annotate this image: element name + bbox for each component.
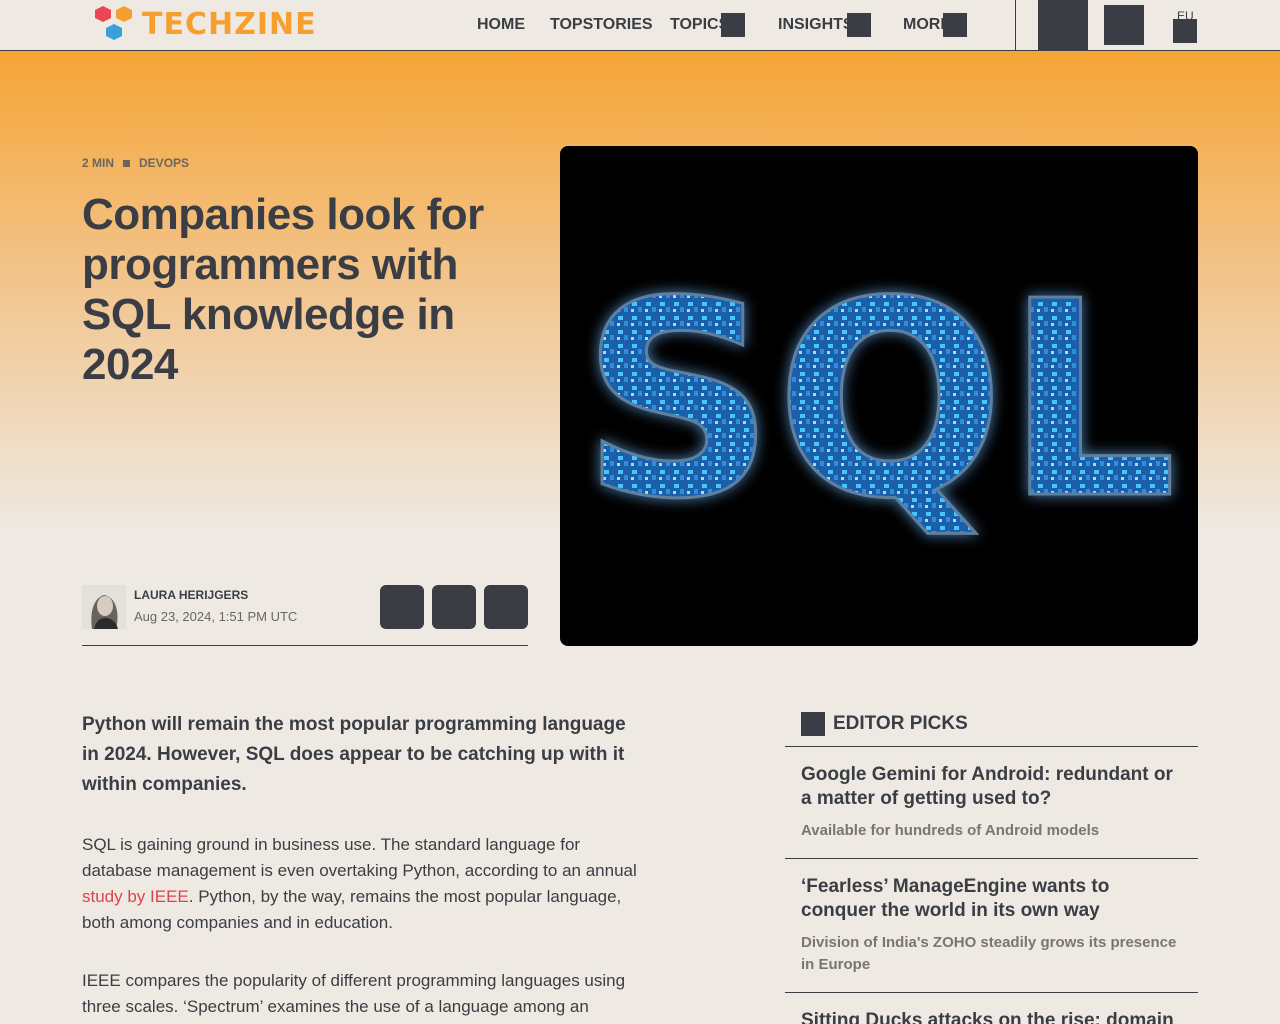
article-paragraph-1: SQL is gaining ground in business use. T… [82, 835, 637, 932]
article-title: Companies look for programmers with SQL … [82, 190, 484, 389]
share-linkedin-icon[interactable] [380, 585, 424, 629]
header-divider [1015, 0, 1016, 50]
logo-hexagons-icon [95, 6, 132, 40]
svg-text:SQL: SQL [581, 243, 1177, 558]
editor-pick-title[interactable]: ‘Fearless’ ManageEngine wants to conquer… [801, 875, 1181, 923]
divider [785, 858, 1198, 859]
region-flag-icon[interactable] [1173, 19, 1197, 43]
share-x-icon[interactable] [432, 585, 476, 629]
topics-chevron-icon[interactable] [721, 13, 745, 37]
author-name[interactable]: LAURA HERIJGERS [134, 588, 248, 602]
article-meta: 2 MIN DEVOPS [82, 156, 189, 170]
publish-date: Aug 23, 2024, 1:51 PM UTC [134, 609, 298, 624]
ieee-study-link[interactable]: study by IEEE [82, 887, 189, 906]
editor-pick-subtitle: Available for hundreds of Android models [801, 822, 1100, 839]
site-header: TECHZINE HOME TOPSTORIES TOPICS INSIGHTS… [0, 0, 1280, 51]
author-avatar[interactable] [82, 585, 126, 629]
logo-text: TECHZINE [142, 6, 317, 42]
divider [785, 992, 1198, 993]
editor-picks-icon [801, 712, 825, 736]
nav-home[interactable]: HOME [477, 16, 525, 34]
category-link[interactable]: DEVOPS [139, 156, 189, 170]
share-link-icon[interactable] [484, 585, 528, 629]
article-hero-image: SQL [560, 146, 1198, 646]
more-chevron-icon[interactable] [943, 13, 967, 37]
search-icon[interactable] [1038, 0, 1088, 50]
insights-chevron-icon[interactable] [847, 13, 871, 37]
divider [785, 746, 1198, 747]
editor-pick-subtitle: Division of India's ZOHO steadily grows … [801, 934, 1177, 973]
article-paragraph-2: IEEE compares the popularity of differen… [82, 971, 626, 1024]
nav-topstories[interactable]: TOPSTORIES [550, 16, 653, 34]
article-lead: Python will remain the most popular prog… [82, 714, 626, 795]
editor-picks-heading: EDITOR PICKS [801, 712, 968, 736]
site-logo[interactable]: TECHZINE [94, 5, 317, 43]
read-time: 2 MIN [82, 156, 115, 170]
account-icon[interactable] [1104, 5, 1144, 45]
editor-pick-title[interactable]: Google Gemini for Android: redundant or … [801, 763, 1181, 811]
author-block: LAURA HERIJGERS Aug 23, 2024, 1:51 PM UT… [82, 585, 528, 646]
meta-separator [123, 159, 131, 167]
nav-insights[interactable]: INSIGHTS [778, 16, 854, 34]
editor-pick-title[interactable]: Sitting Ducks attacks on the rise: domai… [801, 1009, 1181, 1024]
